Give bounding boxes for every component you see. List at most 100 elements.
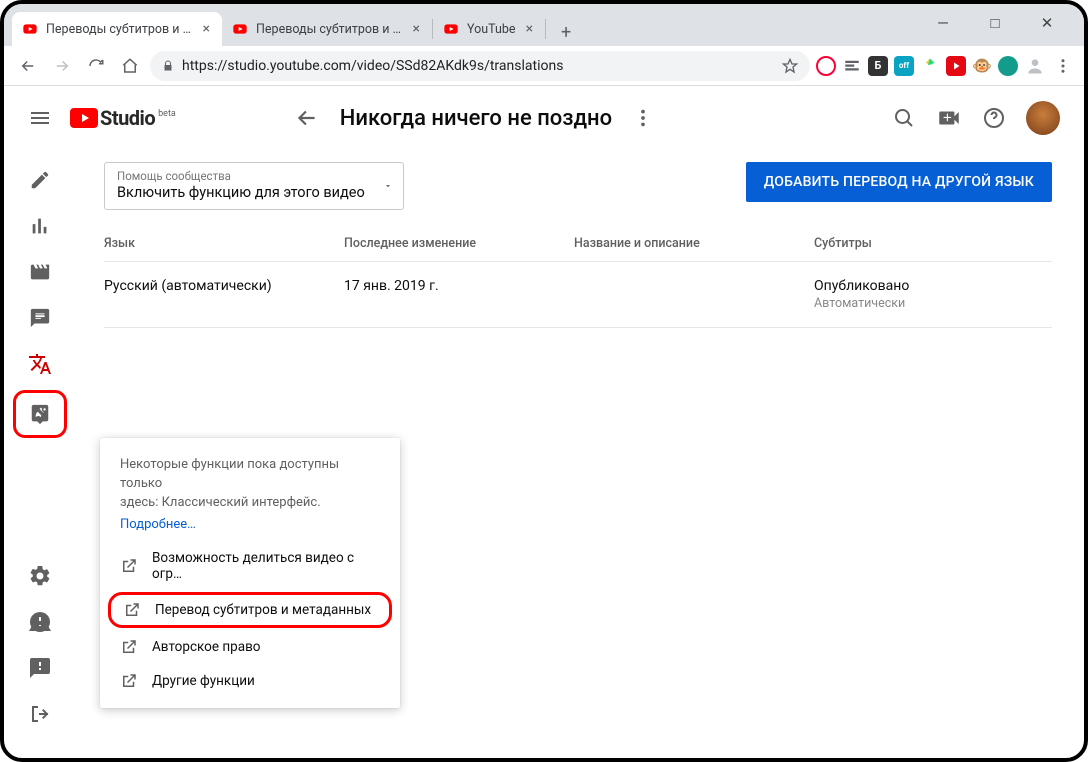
header-middle: Никогда ничего не поздно — [194, 105, 874, 131]
topbar: Помощь сообщества Включить функцию для э… — [104, 162, 1052, 210]
browser-toolbar: https://studio.youtube.com/video/SSd82AK… — [4, 46, 1084, 86]
table-header: Язык Последнее изменение Название и опис… — [104, 236, 1052, 261]
extension-icon[interactable]: Б — [868, 56, 888, 76]
tab-title: YouTube — [467, 22, 516, 37]
header-right — [892, 101, 1060, 135]
popup-item-label: Авторское право — [152, 639, 261, 655]
popup-learn-more-link[interactable]: Подробнее… — [100, 513, 400, 542]
external-link-icon — [120, 672, 138, 690]
back-arrow-button[interactable] — [294, 105, 320, 131]
home-button[interactable] — [116, 52, 144, 80]
search-button[interactable] — [892, 106, 916, 130]
popup-item-other[interactable]: Другие функции — [100, 664, 400, 698]
menu-button[interactable] — [28, 106, 52, 130]
add-translation-button[interactable]: ДОБАВИТЬ ПЕРЕВОД НА ДРУГОЙ ЯЗЫК — [746, 162, 1052, 202]
popup-item-share-limited[interactable]: Возможность делиться видео с огр… — [100, 542, 400, 590]
more-options-button[interactable] — [632, 107, 654, 129]
avatar[interactable] — [1026, 101, 1060, 135]
community-help-label: Помощь сообщества — [117, 169, 393, 183]
popup-text-line: Некоторые функции пока доступны только — [120, 457, 339, 491]
cell-language: Русский (автоматически) — [104, 278, 344, 311]
col-header-language: Язык — [104, 236, 344, 251]
extension-icon[interactable]: 🐵 — [972, 56, 992, 76]
profile-button[interactable] — [1024, 52, 1046, 80]
col-header-subtitles: Субтитры — [814, 236, 1052, 251]
youtube-icon — [70, 108, 98, 128]
table-row[interactable]: Русский (автоматически) 17 янв. 2019 г. … — [104, 261, 1052, 328]
extension-icon[interactable] — [946, 56, 966, 76]
translations-table: Язык Последнее изменение Название и опис… — [104, 236, 1052, 328]
back-button[interactable] — [14, 52, 42, 80]
popup-item-label: Возможность делиться видео с огр… — [152, 550, 380, 582]
popup-description: Некоторые функции пока доступны только з… — [100, 456, 400, 513]
external-link-icon — [120, 557, 138, 575]
cell-name-desc — [574, 278, 814, 311]
popup-item-label: Перевод субтитров и метаданных — [155, 602, 371, 618]
popup-items: Возможность делиться видео с огр… Перево… — [100, 542, 400, 698]
sidebar-bottom — [16, 556, 64, 758]
extension-icon[interactable]: off — [894, 56, 914, 76]
extension-icon[interactable] — [816, 56, 836, 76]
close-tab-icon[interactable]: × — [411, 21, 422, 37]
popup-item-translations[interactable]: Перевод субтитров и метаданных — [108, 592, 392, 628]
popup-item-copyright[interactable]: Авторское право — [100, 630, 400, 664]
cell-modified: 17 янв. 2019 г. — [344, 278, 574, 311]
studio-logo[interactable]: Studio beta — [70, 106, 176, 130]
sidebar-item-classic[interactable] — [16, 694, 64, 734]
sidebar-item-settings[interactable] — [16, 556, 64, 596]
close-window-button[interactable]: ✕ — [1040, 14, 1054, 32]
extension-icon[interactable] — [998, 56, 1018, 76]
browser-tabstrip: Переводы субтитров и метадан… × Переводы… — [4, 4, 1084, 46]
help-button[interactable] — [982, 106, 1006, 130]
browser-tab-2[interactable]: Переводы субтитров и метадан… × — [222, 12, 432, 46]
new-tab-button[interactable]: + — [552, 18, 580, 46]
close-tab-icon[interactable]: × — [201, 21, 212, 37]
sidebar-item-editor[interactable] — [16, 252, 64, 292]
tab-title: Переводы субтитров и метадан… — [256, 22, 403, 37]
lock-icon — [162, 60, 174, 72]
url-text: https://studio.youtube.com/video/SSd82AK… — [182, 58, 774, 74]
logo-beta-label: beta — [158, 109, 176, 119]
cell-subtitles: Опубликовано Автоматически — [814, 278, 1052, 311]
close-tab-icon[interactable]: × — [524, 21, 535, 37]
youtube-icon — [232, 21, 248, 37]
subtitles-note: Автоматически — [814, 296, 1052, 311]
bookmark-icon[interactable] — [782, 58, 798, 74]
sidebar-item-comments[interactable] — [16, 298, 64, 338]
popup-text-line: здесь: Классический интерфейс. — [120, 495, 321, 510]
youtube-icon — [22, 21, 38, 37]
col-header-modified: Последнее изменение — [344, 236, 574, 251]
browser-tab-3[interactable]: YouTube × — [433, 12, 545, 46]
window-frame: — □ ✕ Переводы субтитров и метадан… × Пе… — [0, 0, 1088, 762]
sidebar-item-analytics[interactable] — [16, 206, 64, 246]
forward-button[interactable] — [48, 52, 76, 80]
logo-text: Studio — [100, 106, 155, 130]
reload-button[interactable] — [82, 52, 110, 80]
create-button[interactable] — [936, 105, 962, 131]
popup-item-label: Другие функции — [152, 673, 255, 689]
caret-down-icon — [383, 181, 393, 191]
address-bar[interactable]: https://studio.youtube.com/video/SSd82AK… — [150, 51, 810, 81]
external-link-icon — [123, 601, 141, 619]
extension-icon[interactable] — [920, 56, 940, 76]
sidebar-item-details[interactable] — [16, 160, 64, 200]
browser-menu-button[interactable] — [1052, 52, 1074, 80]
external-link-icon — [120, 638, 138, 656]
tab-title: Переводы субтитров и метадан… — [46, 22, 193, 37]
browser-tab-1[interactable]: Переводы субтитров и метадан… × — [12, 12, 222, 46]
sidebar-item-feedback[interactable] — [16, 648, 64, 688]
sidebar-item-other-features[interactable] — [13, 390, 67, 438]
community-help-select[interactable]: Помощь сообщества Включить функцию для э… — [104, 162, 404, 210]
sidebar-item-translations[interactable] — [16, 344, 64, 384]
subtitles-status: Опубликовано — [814, 278, 1052, 294]
sidebar-item-whats-new[interactable] — [16, 602, 64, 642]
extension-icons: Б off 🐵 — [816, 56, 1018, 76]
tab-separator — [545, 19, 546, 39]
minimize-button[interactable]: — — [936, 14, 950, 32]
app-header: Studio beta Никогда ничего не поздно — [4, 86, 1084, 150]
maximize-button[interactable]: □ — [988, 14, 1002, 32]
youtube-icon — [443, 21, 459, 37]
extension-icon[interactable] — [842, 56, 862, 76]
col-header-name-desc: Название и описание — [574, 236, 814, 251]
classic-features-popup: Некоторые функции пока доступны только з… — [100, 438, 400, 708]
